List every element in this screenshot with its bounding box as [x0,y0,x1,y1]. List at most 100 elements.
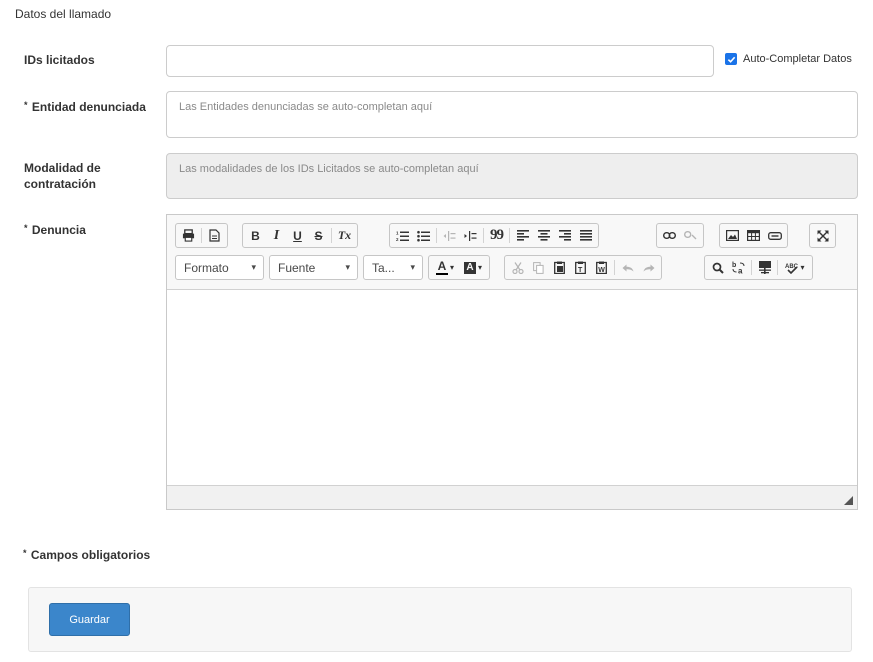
underline-icon[interactable]: U [287,225,308,246]
chevron-down-icon: ▾ [477,263,482,272]
numbered-list-icon[interactable]: 12 [392,225,413,246]
denuncia-label: * Denuncia [24,222,86,238]
color-bar [435,272,448,275]
denuncia-label-text: Denuncia [31,223,86,237]
checkbox-checked[interactable] [725,53,737,65]
svg-text:1: 1 [396,230,399,235]
entidad-label-text: Entidad denunciada [31,100,146,114]
indent-icon[interactable] [460,225,481,246]
save-button[interactable]: Guardar [49,603,130,636]
entidad-placeholder: Las Entidades denunciadas se auto-comple… [179,101,433,113]
toolbar-separator [777,260,778,275]
required-mark: * [24,100,28,110]
modalidad-placeholder: Las modalidades de los IDs Licitados se … [179,163,479,175]
resize-icon[interactable] [844,496,853,505]
svg-text:W: W [598,267,605,274]
paste-word-icon[interactable]: W [591,257,612,278]
paste-icon[interactable] [549,257,570,278]
ids-input[interactable] [166,45,714,77]
required-mark: * [23,548,27,558]
svg-text:2: 2 [396,237,399,242]
align-right-icon[interactable] [554,225,575,246]
italic-icon[interactable]: I [266,225,287,246]
format-combo[interactable]: Formato ▾ [175,255,264,280]
cut-icon[interactable] [507,257,528,278]
toolbar-separator [509,228,510,243]
toolbar-separator [201,228,202,243]
toolbar-separator [331,228,332,243]
remove-format-icon[interactable]: Tx [334,225,355,246]
toolbar-group-colors: A ▾ A ▾ [428,255,490,280]
font-color-button[interactable]: A ▾ [431,257,459,278]
find-icon[interactable] [707,257,728,278]
chevron-down-icon: ▾ [251,262,256,272]
modalidad-field: Las modalidades de los IDs Licitados se … [166,153,858,199]
toolbar-group-tools [809,223,836,248]
required-note: * Campos obligatorios [23,547,150,563]
toolbar-group-insert [719,223,788,248]
toolbar-separator [483,228,484,243]
replace-icon[interactable]: ba [728,257,749,278]
paste-text-icon[interactable]: T [570,257,591,278]
spellcheck-button[interactable]: ABC ▾ [780,257,810,278]
editor-content-area[interactable] [167,290,857,485]
bg-color-button[interactable]: A ▾ [459,257,487,278]
rich-text-editor: B I U S Tx 12 99 Formato ▾ Fuente ▾ Ta..… [166,214,858,510]
toolbar-separator [614,260,615,275]
maximize-icon[interactable] [812,225,833,246]
size-combo[interactable]: Ta... ▾ [363,255,423,280]
select-all-icon[interactable] [754,257,775,278]
image-icon[interactable] [722,225,743,246]
bulleted-list-icon[interactable] [413,225,434,246]
font-combo[interactable]: Fuente ▾ [269,255,358,280]
redo-icon[interactable] [638,257,659,278]
entidad-label: * Entidad denunciada [24,99,146,115]
bold-icon[interactable]: B [245,225,266,246]
align-left-icon[interactable] [512,225,533,246]
table-icon[interactable] [743,225,764,246]
strikethrough-icon[interactable]: S [308,225,329,246]
align-center-icon[interactable] [533,225,554,246]
actions-panel: Guardar [28,587,852,652]
toolbar-separator [436,228,437,243]
autocomplete-checkbox[interactable]: Auto-Completar Datos [725,53,852,65]
svg-text:b: b [732,262,736,269]
preview-icon[interactable] [204,225,225,246]
undo-icon[interactable] [617,257,638,278]
chevron-down-icon: ▾ [449,263,454,272]
toolbar-group-links [656,223,704,248]
toolbar-group-basic: B I U S Tx [242,223,358,248]
spellcheck-icon: ABC [785,264,799,274]
svg-text:T: T [578,267,583,274]
section-title: Datos del llamado [15,7,112,21]
outdent-icon[interactable] [439,225,460,246]
autocomplete-label: Auto-Completar Datos [743,53,852,65]
size-combo-label: Ta... [372,260,395,275]
toolbar-group-editing: ba ABC ▾ [704,255,813,280]
unlink-icon[interactable] [680,225,701,246]
copy-icon[interactable] [528,257,549,278]
toolbar-group-document [175,223,228,248]
modalidad-label: Modalidad de contratación [24,161,101,191]
toolbar-group-clipboard: T W [504,255,662,280]
ids-label: IDs licitados [24,53,95,67]
blockquote-icon[interactable]: 99 [486,225,507,246]
font-color-icon: A [437,258,447,273]
bg-color-icon: A [463,261,476,274]
chevron-down-icon: ▾ [345,262,350,272]
chevron-down-icon: ▾ [410,262,415,272]
chevron-down-icon: ▾ [800,263,805,272]
toolbar-group-paragraph: 12 99 [389,223,599,248]
editor-statusbar [167,485,857,509]
svg-text:a: a [738,267,743,275]
align-justify-icon[interactable] [575,225,596,246]
embed-icon[interactable] [764,225,785,246]
font-combo-label: Fuente [278,260,316,275]
link-icon[interactable] [659,225,680,246]
format-combo-label: Formato [184,260,229,275]
required-note-text: Campos obligatorios [30,548,151,562]
print-icon[interactable] [178,225,199,246]
entidad-field[interactable]: Las Entidades denunciadas se auto-comple… [166,91,858,138]
check-icon [727,56,735,63]
editor-toolbar: B I U S Tx 12 99 Formato ▾ Fuente ▾ Ta..… [167,215,857,290]
